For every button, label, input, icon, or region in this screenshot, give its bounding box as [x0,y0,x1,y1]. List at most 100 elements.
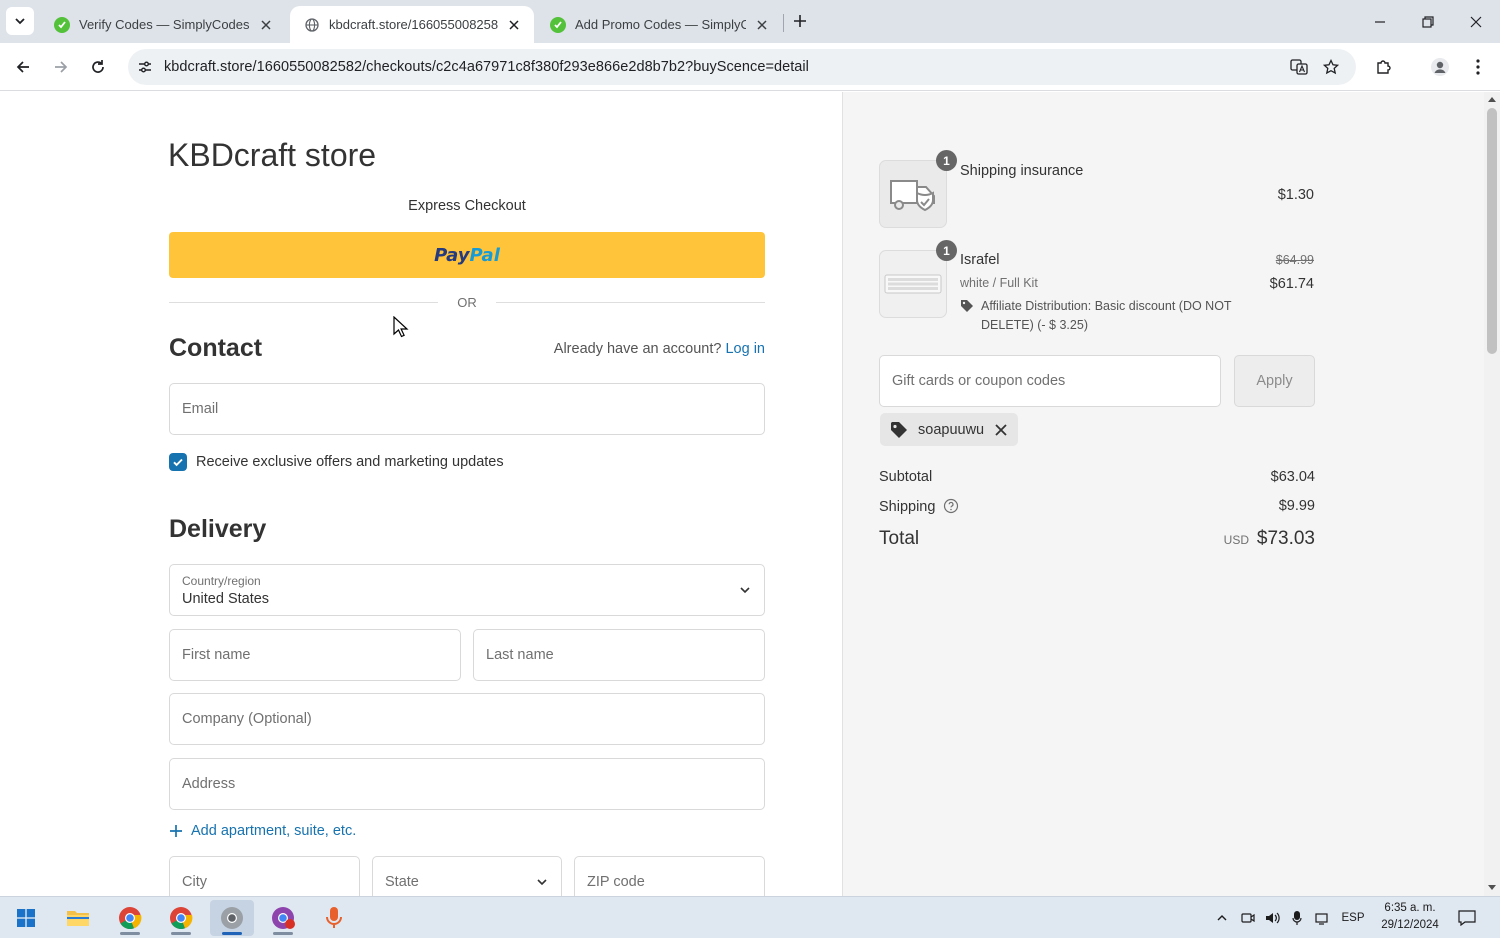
last-name-field[interactable]: Last name [473,629,765,681]
item-variant: white / Full Kit [960,276,1038,290]
subtotal-value: $63.04 [1270,469,1315,485]
express-checkout-label: Express Checkout [408,198,526,214]
profile-button[interactable] [1427,54,1453,80]
translate-icon[interactable] [1286,54,1312,80]
tab-title: Add Promo Codes — SimplyCodes [575,17,746,32]
address-bar[interactable]: kbdcraft.store/1660550082582/checkouts/c… [128,49,1356,85]
address-field[interactable]: Address [169,758,765,810]
company-field[interactable]: Company (Optional) [169,693,765,745]
back-button[interactable] [10,54,36,80]
or-label: OR [457,295,477,310]
zip-code-field[interactable]: ZIP code [574,856,765,896]
chrome-icon [119,907,142,930]
shipping-insurance-thumbnail [879,160,947,228]
tab-add-promo-codes[interactable]: Add Promo Codes — SimplyCodes [536,6,782,43]
new-tab-button[interactable] [788,9,812,33]
notifications-button[interactable] [1452,897,1482,939]
site-info-icon[interactable] [130,52,160,82]
running-indicator [171,932,191,935]
page-scrollbar[interactable] [1484,92,1500,896]
subtotal-label: Subtotal [879,469,933,485]
chrome-icon [272,907,295,929]
extensions-button[interactable] [1371,54,1397,80]
meet-now-icon[interactable] [1238,897,1258,939]
tab-search-button[interactable] [6,7,34,35]
add-apartment-link[interactable]: Add apartment, suite, etc. [169,823,356,839]
tag-icon [961,300,973,312]
chrome-taskbar-icon[interactable] [108,900,152,936]
reload-button[interactable] [85,54,111,80]
close-icon [1470,16,1482,28]
country-select[interactable]: Country/region United States [169,564,765,616]
state-placeholder: State [385,874,419,890]
start-button[interactable] [4,900,48,936]
first-name-field[interactable]: First name [169,629,461,681]
minimize-button[interactable] [1368,10,1392,34]
puzzle-icon [1377,60,1391,74]
chevron-down-icon [740,587,750,594]
tab-kbdcraft[interactable]: kbdcraft.store/1660550082582/ [290,6,534,43]
city-field[interactable]: City [169,856,360,896]
show-hidden-icons-button[interactable] [1212,897,1232,939]
chevron-down-icon [537,879,547,886]
apply-button[interactable]: Apply [1234,355,1315,407]
folder-icon [67,911,89,926]
marketing-checkbox-row[interactable]: Receive exclusive offers and marketing u… [169,452,504,472]
mouse-cursor-icon [393,316,409,338]
close-window-button[interactable] [1464,10,1488,34]
browser-menu-button[interactable] [1465,54,1491,80]
volume-icon[interactable] [1262,897,1284,939]
login-link[interactable]: Log in [725,341,765,357]
tab-verify-codes[interactable]: Verify Codes — SimplyCodes [40,6,286,43]
applied-code: soapuuwu [918,421,985,438]
input-language[interactable]: ESP [1338,897,1368,939]
email-placeholder: Email [182,401,219,417]
network-icon[interactable] [1312,897,1334,939]
tab-title: Verify Codes — SimplyCodes [79,17,250,32]
paypal-button[interactable]: Pay Pal [169,232,765,278]
tab-separator [783,14,784,32]
country-label: Country/region [182,574,261,588]
close-tab-icon[interactable] [258,17,274,33]
coupon-placeholder: Gift cards or coupon codes [892,373,1066,389]
marketing-checkbox[interactable] [169,453,187,471]
file-explorer-taskbar-icon[interactable] [56,900,100,936]
chrome-profile-taskbar-icon[interactable] [261,900,305,936]
scroll-up-arrow[interactable] [1488,97,1496,102]
arrow-right-icon [55,61,68,73]
paypal-logo-pal: Pal [469,244,500,266]
globe-icon [304,17,320,33]
bookmark-star-icon[interactable] [1318,54,1344,80]
chrome-taskbar-icon[interactable] [159,900,203,936]
scroll-down-arrow[interactable] [1488,885,1496,890]
coupon-code-input[interactable]: Gift cards or coupon codes [879,355,1221,407]
taskbar-clock[interactable]: 6:35 a. m. 29/12/2024 [1370,900,1450,934]
chrome-taskbar-icon-active[interactable] [210,900,254,936]
chevron-up-icon [1217,915,1227,921]
restore-button[interactable] [1416,10,1440,34]
close-tab-icon[interactable] [754,17,770,33]
state-select[interactable]: State [372,856,562,896]
microphone-tray-icon[interactable] [1288,897,1306,939]
clock-time: 6:35 a. m. [1384,902,1436,914]
delivery-heading: Delivery [169,515,267,543]
help-icon[interactable] [943,498,959,514]
store-name[interactable]: KBDcraft store [168,137,376,174]
last-name-placeholder: Last name [486,647,554,663]
remove-code-icon[interactable] [994,423,1008,437]
shipping-label: Shipping [879,499,936,515]
plus-icon [794,15,806,27]
email-field[interactable]: Email [169,383,765,435]
chrome-icon [170,907,193,930]
keyboard-image [884,274,942,294]
forward-button[interactable] [48,54,74,80]
paypal-logo-pay: Pay [434,244,470,266]
voice-recorder-taskbar-icon[interactable] [312,900,356,936]
tag-icon [891,421,907,438]
zip-code-placeholder: ZIP code [587,874,645,890]
scrollbar-thumb[interactable] [1487,108,1497,354]
close-tab-icon[interactable] [506,17,522,33]
item-discount: Affiliate Distribution: Basic discount (… [960,297,1250,335]
currency-code: USD [1223,533,1249,547]
browser-toolbar: kbdcraft.store/1660550082582/checkouts/c… [0,43,1500,91]
